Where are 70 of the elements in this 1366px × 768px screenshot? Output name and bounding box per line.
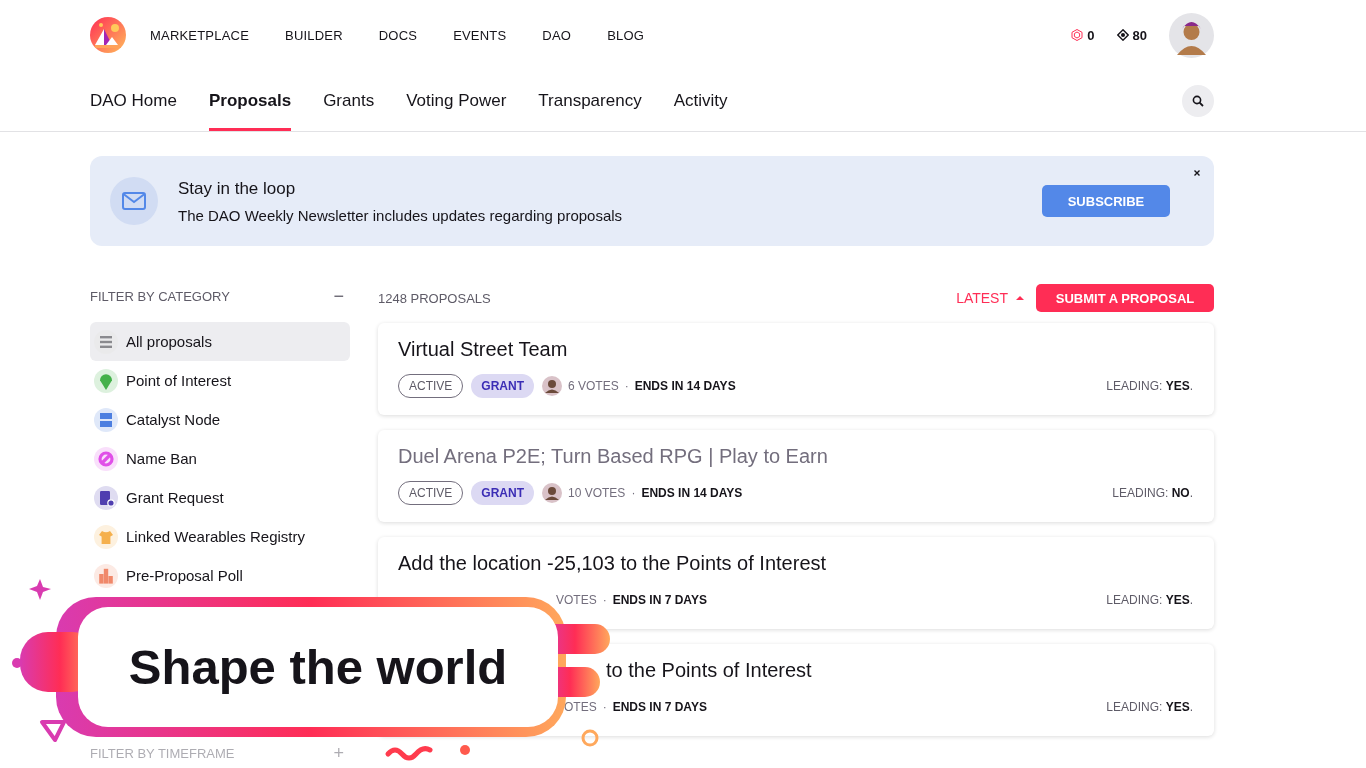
logo-icon[interactable] <box>90 17 126 53</box>
collapse-toggle[interactable]: − <box>333 285 344 307</box>
proposal-card[interactable]: Duel Arena P2E; Turn Based RPG | Play to Earn ACTIVE GRANT 10 VOTES · ENDS IN 14 DAYS LEADING: NO. <box>378 430 1214 522</box>
vote-count: 10 VOTES <box>568 486 626 500</box>
leading-result: LEADING: YES. <box>1106 593 1193 607</box>
mail-icon <box>110 177 158 225</box>
newsletter-title: Stay in the loop <box>178 178 297 199</box>
nav-tab[interactable]: Grants <box>323 70 375 131</box>
separator-dot: · <box>631 486 636 500</box>
proposal-card[interactable]: Virtual Street Team ACTIVE GRANT 6 VOTES · ENDS IN 14 DAYS LEADING: YES. <box>378 323 1214 415</box>
caret-icon <box>1016 295 1024 301</box>
diamond-icon <box>1116 29 1129 41</box>
mana-count: 0 <box>1087 27 1095 43</box>
search-button[interactable] <box>1182 84 1214 117</box>
end-date: ENDS IN 7 DAYS <box>612 700 707 714</box>
nav-link[interactable]: BUILDER <box>285 27 343 43</box>
category-item[interactable]: Point of Interest <box>90 361 350 400</box>
proposal-card[interactable]: Add the location -25,103 to the Points of Interest VOTES · ENDS IN 7 DAYS LEADING: YES. <box>378 537 1214 629</box>
category-item[interactable]: Grant Request <box>90 478 350 517</box>
triangle-icon <box>40 720 66 742</box>
leading-result: LEADING: YES. <box>1106 379 1193 393</box>
vote-count: VOTES <box>556 593 597 607</box>
nav-link[interactable]: MARKETPLACE <box>150 27 249 43</box>
nav-tab[interactable]: DAO Home <box>90 70 177 131</box>
newsletter-text: The DAO Weekly Newsletter includes updates regarding proposals <box>178 206 624 224</box>
nav-tab[interactable]: Activity <box>673 70 728 131</box>
voter-avatar-icon <box>542 376 562 396</box>
vote-count: 6 VOTES <box>568 379 619 393</box>
proposal-count: 1248 PROPOSALS <box>378 290 492 306</box>
ring-icon <box>581 729 599 747</box>
submit-proposal-button[interactable]: SUBMIT A PROPOSAL <box>1036 284 1214 312</box>
end-date: ENDS IN 14 DAYS <box>634 379 736 393</box>
category-item[interactable]: Name Ban <box>90 439 350 478</box>
separator-dot: · <box>602 593 607 607</box>
sort-dropdown[interactable]: LATEST <box>956 290 1024 306</box>
proposal-title: to the Points of Interest <box>606 659 813 683</box>
nav-link[interactable]: EVENTS <box>453 27 507 43</box>
nav-link[interactable]: DAO <box>542 27 572 43</box>
leading-result: LEADING: YES. <box>1106 700 1193 714</box>
leading-result: LEADING: NO. <box>1112 486 1193 500</box>
category-item[interactable]: All proposals <box>90 322 350 361</box>
dot-icon <box>12 658 22 668</box>
filter-heading: FILTER BY TIMEFRAME <box>90 745 235 761</box>
filter-heading: FILTER BY CATEGORY <box>90 288 230 304</box>
proposal-title: Virtual Street Team <box>398 338 569 362</box>
vote-count: OTES <box>564 700 597 714</box>
nav-tab[interactable]: Voting Power <box>406 70 507 131</box>
points-count: 80 <box>1132 27 1147 43</box>
nav-tab[interactable]: Proposals <box>208 70 292 131</box>
proposal-title: Duel Arena P2E; Turn Based RPG | Play to Earn <box>398 445 829 469</box>
nav-link[interactable]: BLOG <box>607 27 645 43</box>
end-date: ENDS IN 14 DAYS <box>641 486 743 500</box>
avatar-icon[interactable] <box>1169 12 1214 58</box>
nav-link[interactable]: DOCS <box>378 27 418 43</box>
dot-icon <box>460 745 470 755</box>
search-icon <box>1192 94 1204 107</box>
separator-dot: · <box>624 379 629 393</box>
separator-dot: · <box>602 700 607 714</box>
category-item[interactable]: Pre-Proposal Poll <box>90 556 350 595</box>
category-item[interactable]: Linked Wearables Registry <box>90 517 350 556</box>
nav-tab[interactable]: Transparency <box>538 70 642 131</box>
proposal-title: Add the location -25,103 to the Points of Interest <box>398 552 828 576</box>
category-badge: GRANT <box>471 374 534 398</box>
category-badge: GRANT <box>471 481 534 505</box>
end-date: ENDS IN 7 DAYS <box>612 593 707 607</box>
category-item[interactable]: Catalyst Node <box>90 400 350 439</box>
voter-avatar-icon <box>542 483 562 503</box>
sparkle-icon <box>29 579 51 600</box>
squiggle-icon <box>385 746 433 761</box>
hexagon-icon <box>1071 29 1084 41</box>
